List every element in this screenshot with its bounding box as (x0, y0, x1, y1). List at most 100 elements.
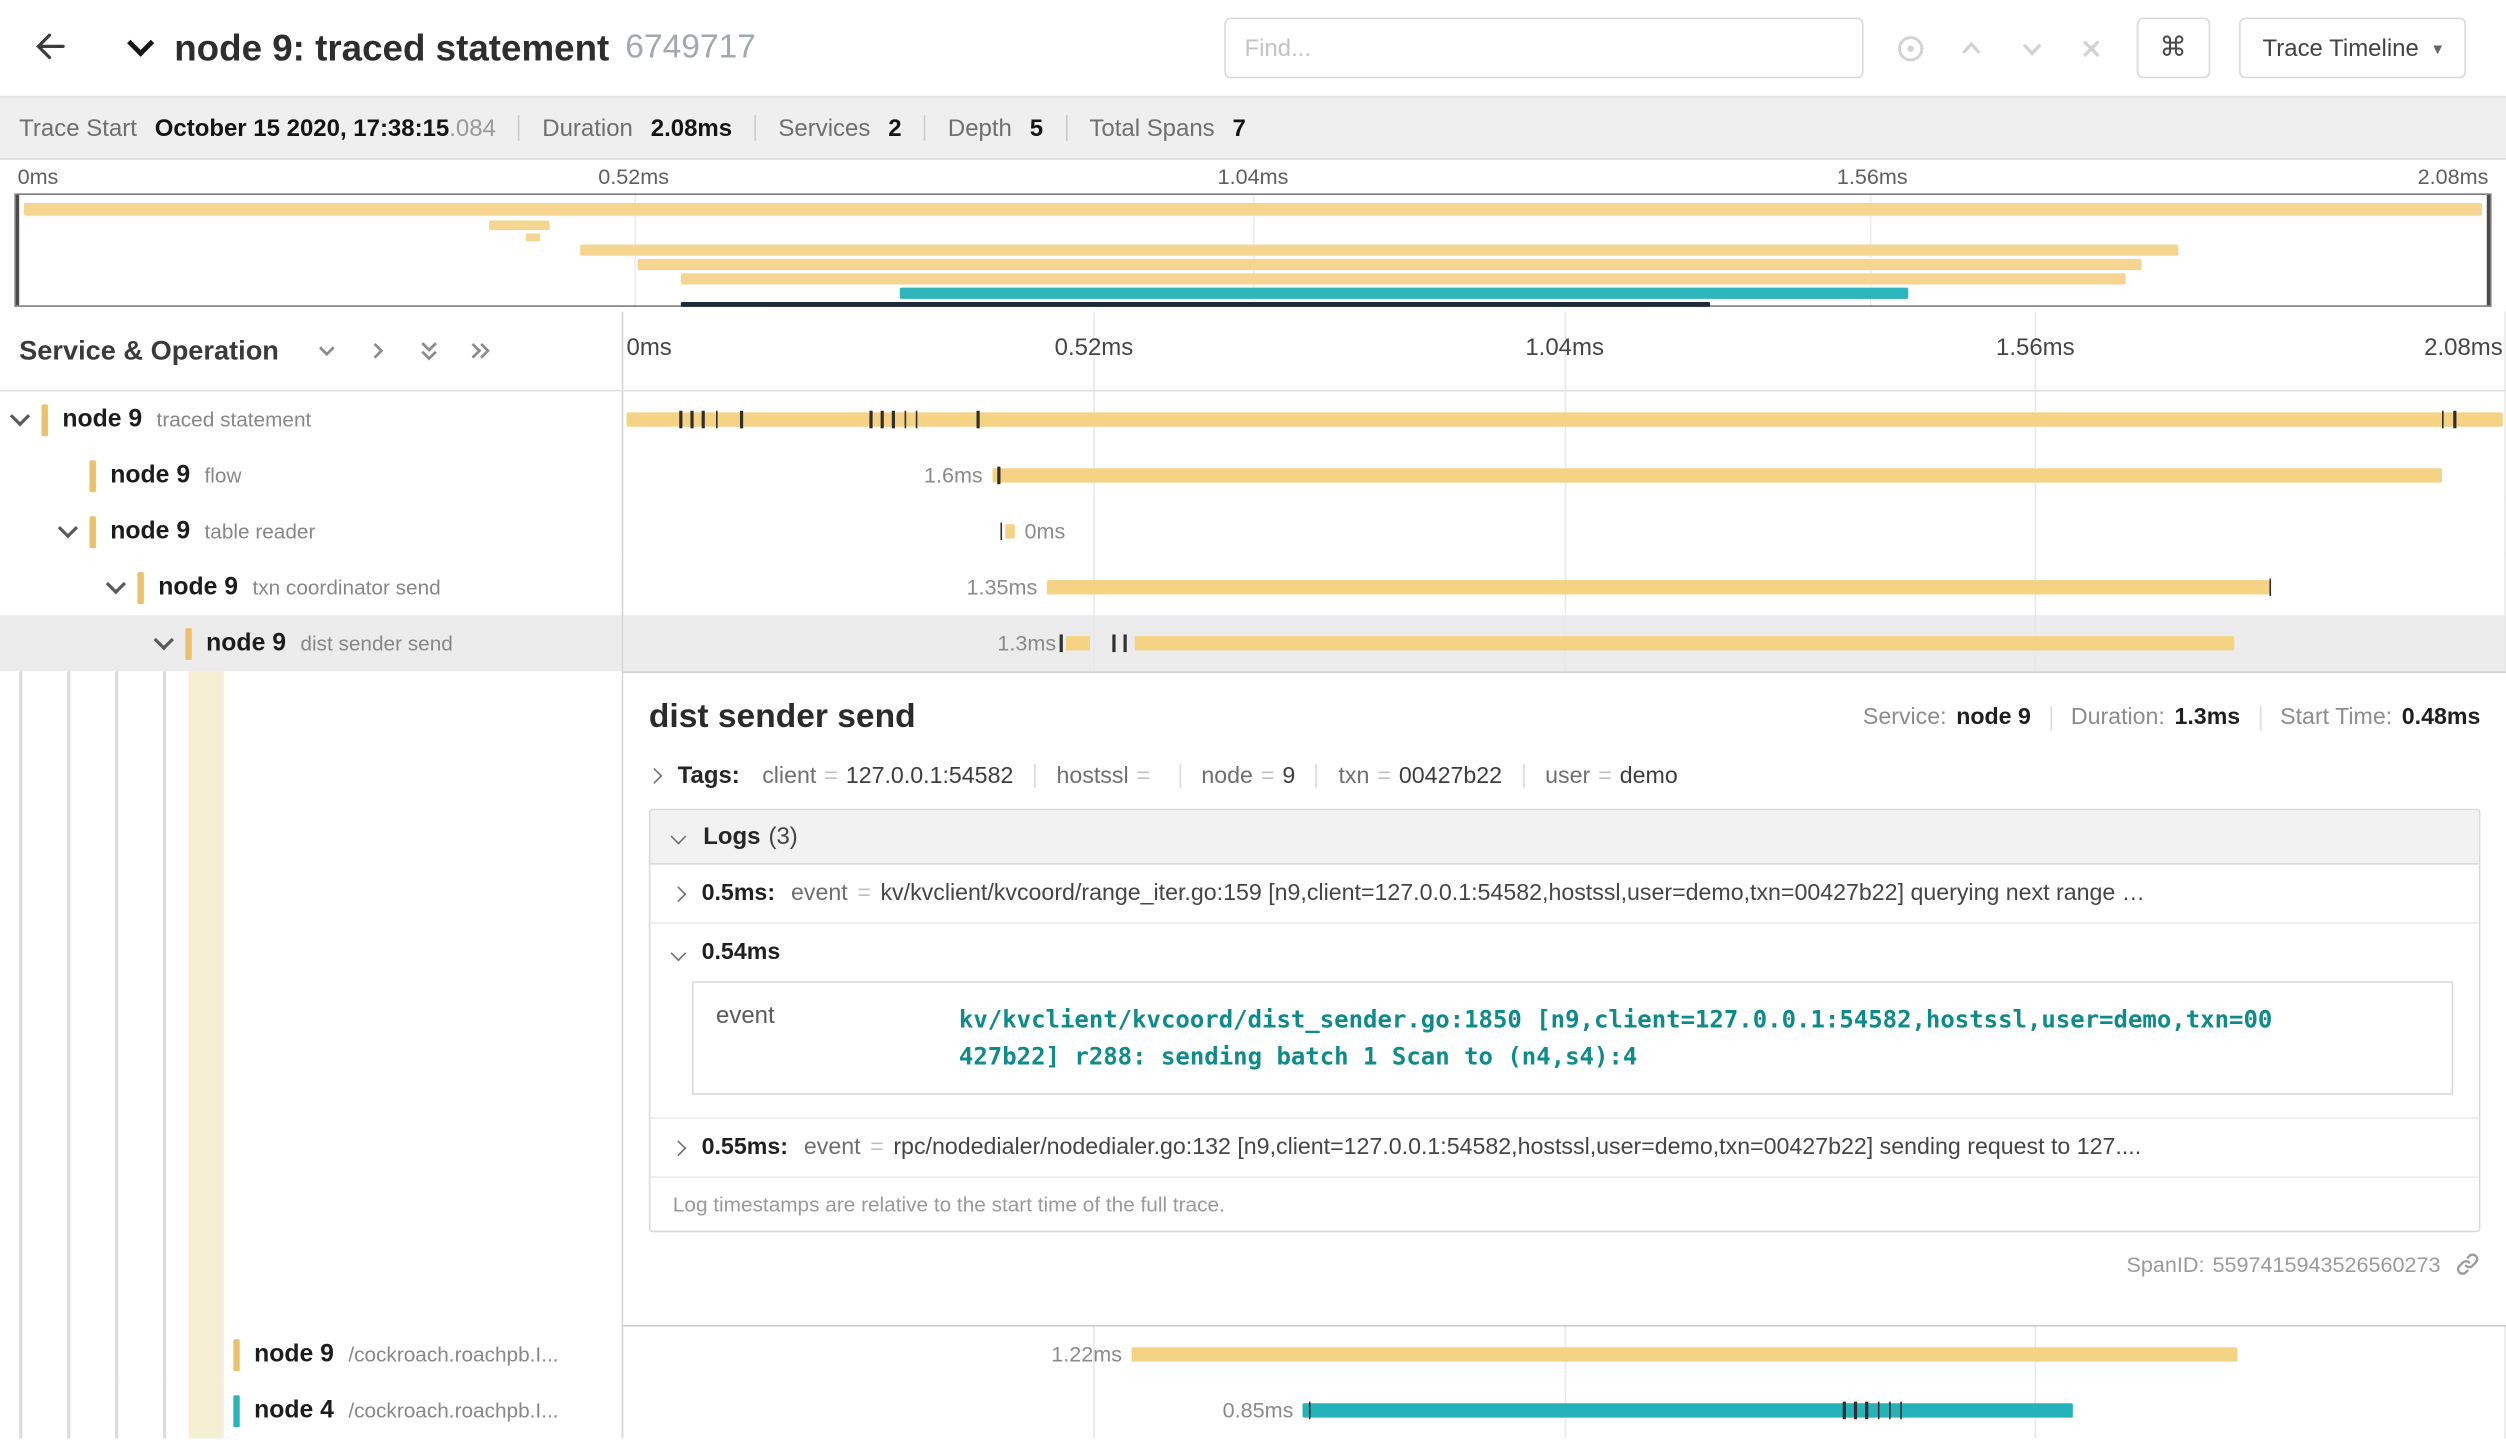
log-entry[interactable]: 0.5ms: event = kv/kvclient/kvcoord/range… (650, 865, 2478, 924)
span-event-tick (1309, 1402, 1311, 1420)
log-entry[interactable]: 0.54ms event kv/kvclient/kvcoord/dist_se… (650, 924, 2478, 1119)
span-row-label-cell[interactable]: node 9 /cockroach.roachpb.I... (0, 1327, 623, 1383)
double-chevron-down-icon[interactable] (416, 339, 440, 363)
keyboard-shortcuts-button[interactable]: ⌘ (2136, 18, 2210, 79)
operation-name: flow (204, 463, 241, 487)
time-tick-label: 0.52ms (598, 165, 669, 189)
link-icon[interactable] (2455, 1251, 2481, 1277)
time-tick-label: 0.52ms (1055, 334, 1134, 361)
duration-label: Duration: (2071, 705, 2165, 731)
span-bar-lane[interactable]: 0.85ms (623, 1382, 2506, 1438)
operation-name: /cockroach.roachpb.I... (348, 1342, 558, 1366)
page-title: node 9: traced statement (174, 26, 609, 69)
minimap-tick-labels: 0ms0.52ms1.04ms1.56ms2.08ms (14, 160, 2491, 194)
minimap-span (681, 273, 2126, 284)
span-event-tick (1877, 1402, 1879, 1420)
minimap-canvas[interactable] (14, 193, 2491, 306)
expand-chevron-icon[interactable] (58, 518, 78, 538)
span-bar[interactable] (1135, 636, 2234, 650)
span-bar-lane[interactable]: 1.35ms (623, 559, 2506, 615)
span-bar-lane[interactable]: 0ms (623, 503, 2506, 559)
expand-chevron-icon[interactable] (154, 630, 174, 650)
chevron-down-icon[interactable] (314, 339, 338, 363)
tags-list: client = 127.0.0.1:54582 hostssl = node … (762, 763, 1678, 789)
span-bar-lane[interactable]: 1.3ms (623, 615, 2506, 671)
time-tick-label: 0ms (626, 334, 671, 361)
clear-search-icon[interactable] (2077, 34, 2104, 61)
span-row[interactable]: node 9 txn coordinator send 1.35ms (0, 559, 2506, 615)
log-timestamp: 0.54ms (702, 940, 781, 966)
log-equals: = (870, 1135, 884, 1161)
duration-value: 2.08ms (651, 114, 732, 141)
operation-name: traced statement (157, 408, 312, 432)
timeline-header: Service & Operation 0ms0.52ms1.04ms1.56m… (0, 312, 2506, 392)
span-row-label-cell[interactable]: node 9 dist sender send (0, 615, 623, 671)
double-chevron-right-icon[interactable] (467, 339, 491, 363)
span-row[interactable]: node 4 /cockroach.roachpb.I... 0.85ms (0, 1382, 2506, 1438)
logs-header[interactable]: Logs (3) (650, 810, 2478, 864)
tags-label: Tags: (678, 762, 740, 789)
chevron-right-icon (671, 1140, 687, 1156)
service-color-indicator (137, 571, 143, 603)
span-row-label-cell[interactable]: node 9 flow (0, 447, 623, 503)
minimap-scrubber-right[interactable] (2487, 195, 2490, 305)
service-operation-header: Service & Operation (0, 312, 623, 390)
span-bar[interactable] (1303, 1403, 2073, 1417)
duration-label: 1.35ms (967, 559, 1038, 615)
chevron-down-icon: ▾ (2433, 38, 2442, 59)
span-row[interactable]: node 9 traced statement (0, 392, 2506, 448)
timeline-minimap: 0ms0.52ms1.04ms1.56ms2.08ms (0, 160, 2506, 312)
tree-indent-guides (0, 671, 623, 1326)
span-id-label: SpanID: (2127, 1252, 2205, 1276)
log-entry-header[interactable]: 0.54ms (673, 940, 2457, 966)
chevron-right-icon[interactable] (365, 339, 389, 363)
span-row[interactable]: node 9 flow 1.6ms (0, 447, 2506, 503)
span-event-tick (2269, 579, 2271, 597)
span-bar[interactable] (1066, 636, 1090, 650)
back-button[interactable] (0, 0, 99, 96)
duration-label: 1.3ms (997, 615, 1056, 671)
tags-section[interactable]: Tags: client = 127.0.0.1:54582 hostssl =… (649, 762, 2481, 789)
span-bar[interactable] (1132, 1347, 2237, 1361)
span-bar[interactable] (1005, 524, 1014, 538)
trace-timeline-dropdown[interactable]: Trace Timeline ▾ (2239, 18, 2466, 79)
operation-name: /cockroach.roachpb.I... (348, 1398, 558, 1422)
prev-result-icon[interactable] (1956, 33, 1986, 63)
span-event-tick (691, 411, 693, 429)
tag-equals: = (1377, 763, 1391, 789)
span-bar[interactable] (1047, 580, 2269, 594)
duration-label: 1.6ms (924, 447, 983, 503)
log-field-value-cell: kv/kvclient/kvcoord/dist_sender.go:1850 … (933, 983, 2451, 1093)
services-item: Services 2 (778, 114, 901, 141)
operation-name: txn coordinator send (252, 575, 440, 599)
find-input[interactable] (1224, 18, 1863, 79)
span-row[interactable]: node 9 table reader 0ms (0, 503, 2506, 559)
next-result-icon[interactable] (2016, 33, 2046, 63)
span-row-label-cell[interactable]: node 9 table reader (0, 503, 623, 559)
span-bar[interactable] (992, 468, 2442, 482)
operation-name: table reader (204, 519, 315, 543)
span-id-row: SpanID: 5597415943526560273 (649, 1251, 2481, 1277)
span-bar[interactable] (627, 412, 2502, 426)
log-entry[interactable]: 0.55ms: event = rpc/nodedialer/nodediale… (650, 1119, 2478, 1177)
timeline-body: node 9 traced statement node 9 flow 1.6m… (0, 392, 2506, 1439)
span-bar-lane[interactable]: 1.6ms (623, 447, 2506, 503)
match-highlight-icon[interactable] (1895, 33, 1925, 63)
span-row[interactable]: node 9 /cockroach.roachpb.I... 1.22ms (0, 1327, 2506, 1383)
service-operation-title: Service & Operation (19, 335, 279, 367)
span-bar-lane[interactable] (623, 392, 2506, 448)
expand-chevron-icon[interactable] (106, 574, 126, 594)
log-timestamp: 0.55ms: (702, 1135, 788, 1161)
log-field-value: kv/kvclient/kvcoord/range_iter.go:159 [n… (880, 881, 2456, 907)
minimap-scrubber-left[interactable] (16, 195, 19, 305)
span-row-label-cell[interactable]: node 9 txn coordinator send (0, 559, 623, 615)
expand-chevron-icon[interactable] (10, 406, 30, 426)
start-time-label: Start Time: (2280, 705, 2392, 731)
span-row-label-cell[interactable]: node 4 /cockroach.roachpb.I... (0, 1382, 623, 1438)
arrow-left-icon (32, 28, 67, 68)
span-row-label-cell[interactable]: node 9 traced statement (0, 392, 623, 448)
collapse-trace-chevron-icon[interactable] (127, 30, 154, 57)
span-row[interactable]: node 9 dist sender send 1.3ms (0, 615, 2506, 671)
tag-value: 00427b22 (1399, 763, 1502, 789)
span-bar-lane[interactable]: 1.22ms (623, 1327, 2506, 1383)
